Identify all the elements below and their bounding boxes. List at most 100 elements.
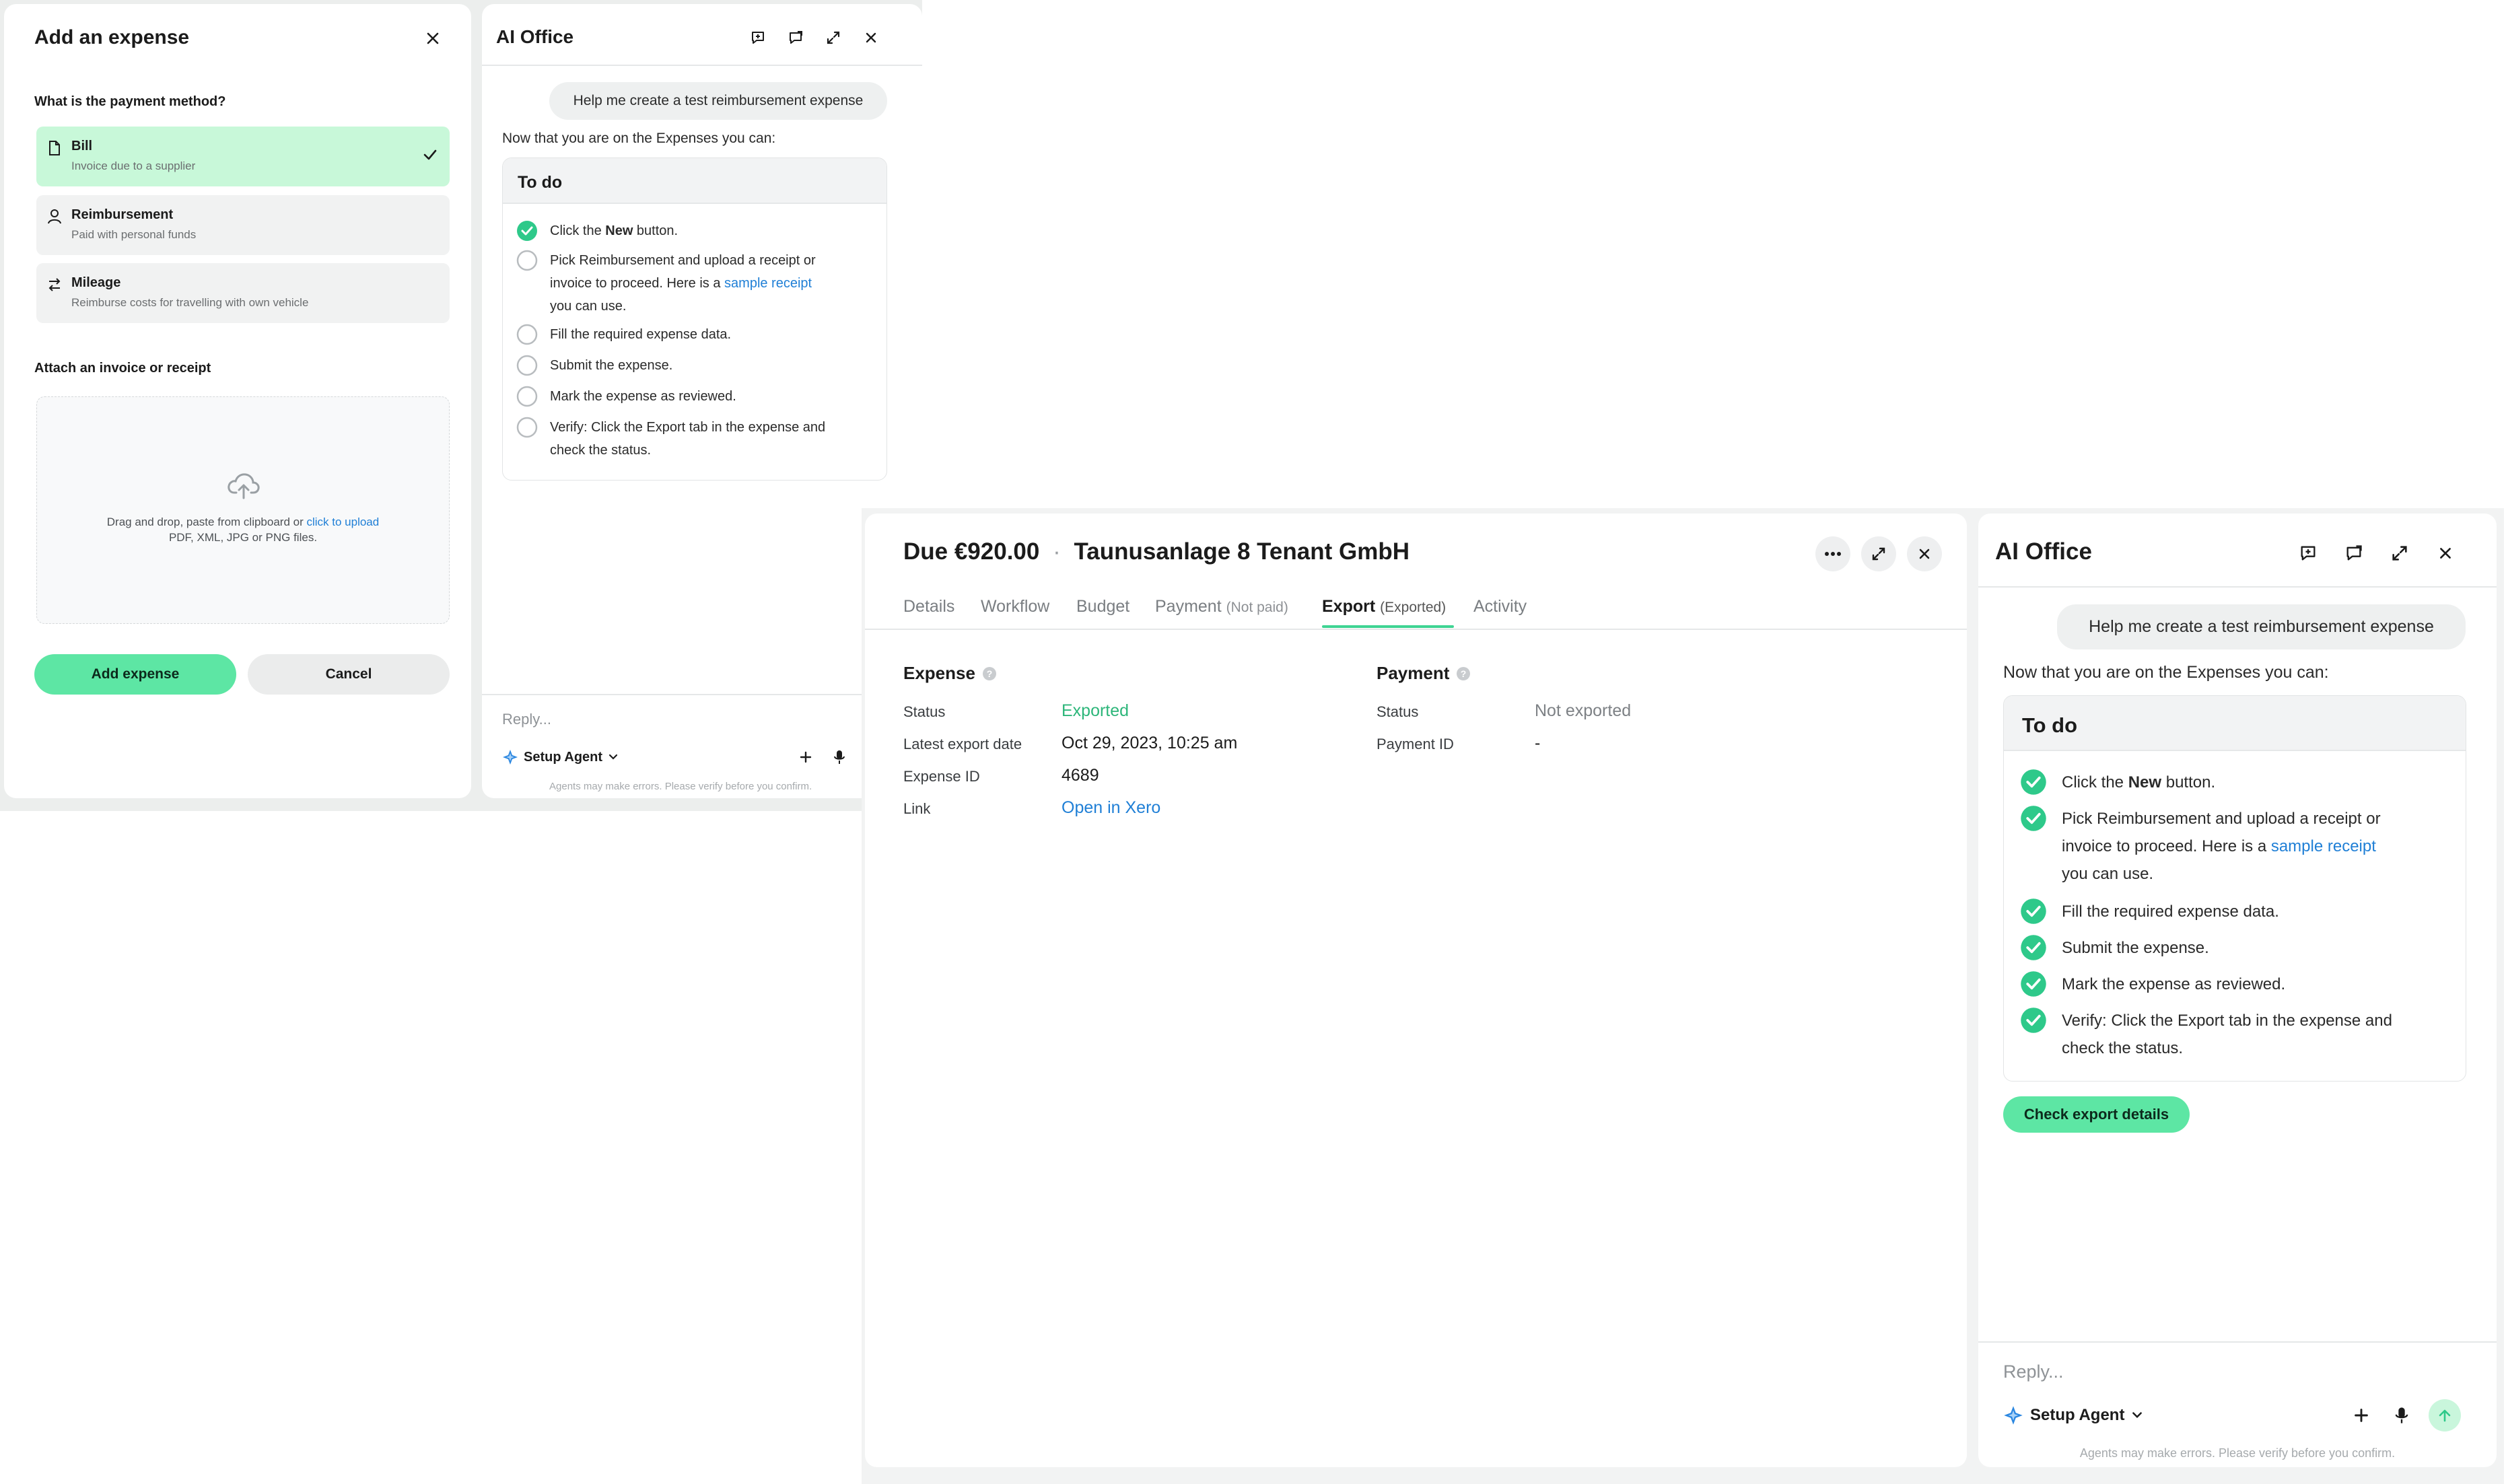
todo-item: Submit the expense. — [2020, 934, 2451, 961]
microphone-icon[interactable] — [828, 746, 851, 769]
expand-icon[interactable] — [2384, 538, 2415, 569]
add-expense-panel: Add an expense What is the payment metho… — [4, 4, 471, 798]
new-chat-icon[interactable] — [744, 24, 771, 51]
expand-icon[interactable] — [820, 24, 847, 51]
empty-circle-icon — [516, 417, 538, 438]
header-divider — [482, 65, 922, 66]
tab-payment[interactable]: Payment (Not paid) — [1155, 597, 1288, 616]
microphone-icon[interactable] — [2388, 1402, 2415, 1429]
plus-icon[interactable] — [2348, 1402, 2375, 1429]
swap-arrows-icon — [47, 277, 62, 293]
disclaimer: Agents may make errors. Please verify be… — [549, 781, 812, 792]
help-icon[interactable]: ? — [1456, 666, 1471, 681]
check-circle-icon — [2020, 805, 2047, 832]
check-circle-icon — [2020, 934, 2047, 961]
payment-section-title: Payment ? — [1377, 663, 1471, 684]
expand-button[interactable] — [1861, 536, 1896, 571]
svg-text:?: ? — [1461, 668, 1467, 679]
option-title: Reimbursement — [71, 207, 174, 222]
click-to-upload-link[interactable]: click to upload — [306, 516, 379, 528]
todo-item-text: you can use. — [2062, 865, 2154, 883]
todo-item-text: Pick Reimbursement and upload a receipt … — [2062, 810, 2381, 828]
disclaimer: Agents may make errors. Please verify be… — [2079, 1446, 2396, 1460]
todo-item: Mark the expense as reviewed. — [2020, 970, 2451, 997]
todo-divider — [2004, 750, 2466, 751]
todo-item: Pick Reimbursement and upload a receipt … — [2020, 805, 2451, 888]
new-chat-icon[interactable] — [2293, 538, 2324, 569]
person-icon — [47, 209, 62, 225]
todo-item-text: check the status. — [550, 443, 652, 458]
cancel-button[interactable]: Cancel — [248, 654, 450, 695]
chat-history-icon[interactable] — [782, 24, 809, 51]
agent-selector[interactable]: Setup Agent — [2003, 1404, 2143, 1427]
header-divider — [1978, 586, 2497, 588]
option-subtitle: Reimburse costs for travelling with own … — [71, 296, 309, 309]
todo-item: Mark the expense as reviewed. — [516, 386, 873, 409]
todo-item-text: invoice to proceed. Here is a sample rec… — [2062, 837, 2376, 855]
todo-title: To do — [2004, 696, 2466, 750]
check-export-details-button[interactable]: Check export details — [2003, 1096, 2190, 1133]
option-reimbursement[interactable]: Reimbursement Paid with personal funds — [36, 195, 450, 255]
close-icon[interactable] — [421, 26, 445, 50]
expense-detail-panel: Due €920.00 · Taunusanlage 8 Tenant GmbH… — [865, 514, 1967, 1467]
ai-office-panel-large: AI Office Help me create a test reimburs… — [1978, 514, 2497, 1467]
sample-receipt-link[interactable]: sample receipt — [2271, 837, 2376, 855]
agent-name: Setup Agent — [2030, 1406, 2125, 1424]
tab-activity[interactable]: Activity — [1473, 597, 1527, 616]
empty-circle-icon — [516, 250, 538, 271]
field-label: Link — [903, 800, 931, 817]
tab-export[interactable]: Export (Exported) — [1322, 597, 1446, 616]
chevron-down-icon — [608, 752, 619, 763]
tab-budget[interactable]: Budget — [1076, 597, 1129, 616]
close-button[interactable] — [1907, 536, 1942, 571]
todo-item-text: Fill the required expense data. — [2062, 903, 2279, 921]
field-label: Expense ID — [903, 768, 980, 785]
assistant-intro: Now that you are on the Expenses you can… — [2003, 663, 2329, 682]
todo-item: Verify: Click the Export tab in the expe… — [2020, 1007, 2451, 1063]
todo-item: Verify: Click the Export tab in the expe… — [516, 417, 873, 464]
option-title: Mileage — [71, 275, 121, 290]
tab-details[interactable]: Details — [903, 597, 954, 616]
sample-receipt-link[interactable]: sample receipt — [724, 276, 812, 291]
help-icon[interactable]: ? — [982, 666, 997, 681]
todo-item-text: Submit the expense. — [550, 358, 673, 373]
close-icon[interactable] — [858, 24, 884, 51]
add-expense-button[interactable]: Add expense — [34, 654, 236, 695]
check-circle-icon — [2020, 1007, 2047, 1034]
chat-history-icon[interactable] — [2338, 538, 2369, 569]
upload-dropzone[interactable]: Drag and drop, paste from clipboard or c… — [36, 396, 450, 624]
composer-divider — [482, 694, 922, 695]
vendor-name: Taunusanlage 8 Tenant GmbH — [1074, 538, 1410, 565]
todo-card: To do Click the New button. Pick Reimbur… — [2003, 695, 2466, 1082]
export-status-value: Exported — [1061, 701, 1129, 720]
close-icon[interactable] — [2430, 538, 2461, 569]
send-button[interactable] — [2429, 1399, 2461, 1432]
plus-icon[interactable] — [794, 746, 817, 769]
tab-workflow[interactable]: Workflow — [981, 597, 1049, 616]
reply-input[interactable]: Reply... — [2003, 1362, 2064, 1382]
dropzone-instructions: Drag and drop, paste from clipboard or — [106, 516, 307, 528]
todo-item-text: Click the New button. — [550, 223, 678, 238]
arrow-up-icon — [2437, 1407, 2453, 1423]
todo-item-text: you can use. — [550, 299, 627, 314]
expand-icon — [1871, 546, 1887, 562]
title-separator: · — [1053, 538, 1061, 565]
todo-title: To do — [503, 158, 886, 203]
option-bill[interactable]: Bill Invoice due to a supplier — [36, 127, 450, 186]
open-in-xero-link[interactable]: Open in Xero — [1061, 798, 1160, 818]
agent-selector[interactable]: Setup Agent — [502, 747, 619, 767]
more-options-button[interactable] — [1815, 536, 1850, 571]
option-mileage[interactable]: Mileage Reimburse costs for travelling w… — [36, 263, 450, 323]
todo-item: Fill the required expense data. — [2020, 898, 2451, 925]
attach-heading: Attach an invoice or receipt — [34, 361, 211, 376]
check-circle-icon — [2020, 970, 2047, 997]
todo-item: Click the New button. — [516, 220, 873, 243]
todo-item-text: Pick Reimbursement and upload a receipt … — [550, 253, 816, 268]
reply-input[interactable]: Reply... — [502, 711, 551, 728]
screenshot-add-expense: Add an expense What is the payment metho… — [0, 0, 922, 811]
option-subtitle: Invoice due to a supplier — [71, 160, 196, 172]
user-message: Help me create a test reimbursement expe… — [549, 82, 887, 120]
agent-name: Setup Agent — [524, 749, 603, 765]
due-amount: Due €920.00 — [903, 538, 1040, 565]
export-date-value: Oct 29, 2023, 10:25 am — [1061, 734, 1238, 752]
